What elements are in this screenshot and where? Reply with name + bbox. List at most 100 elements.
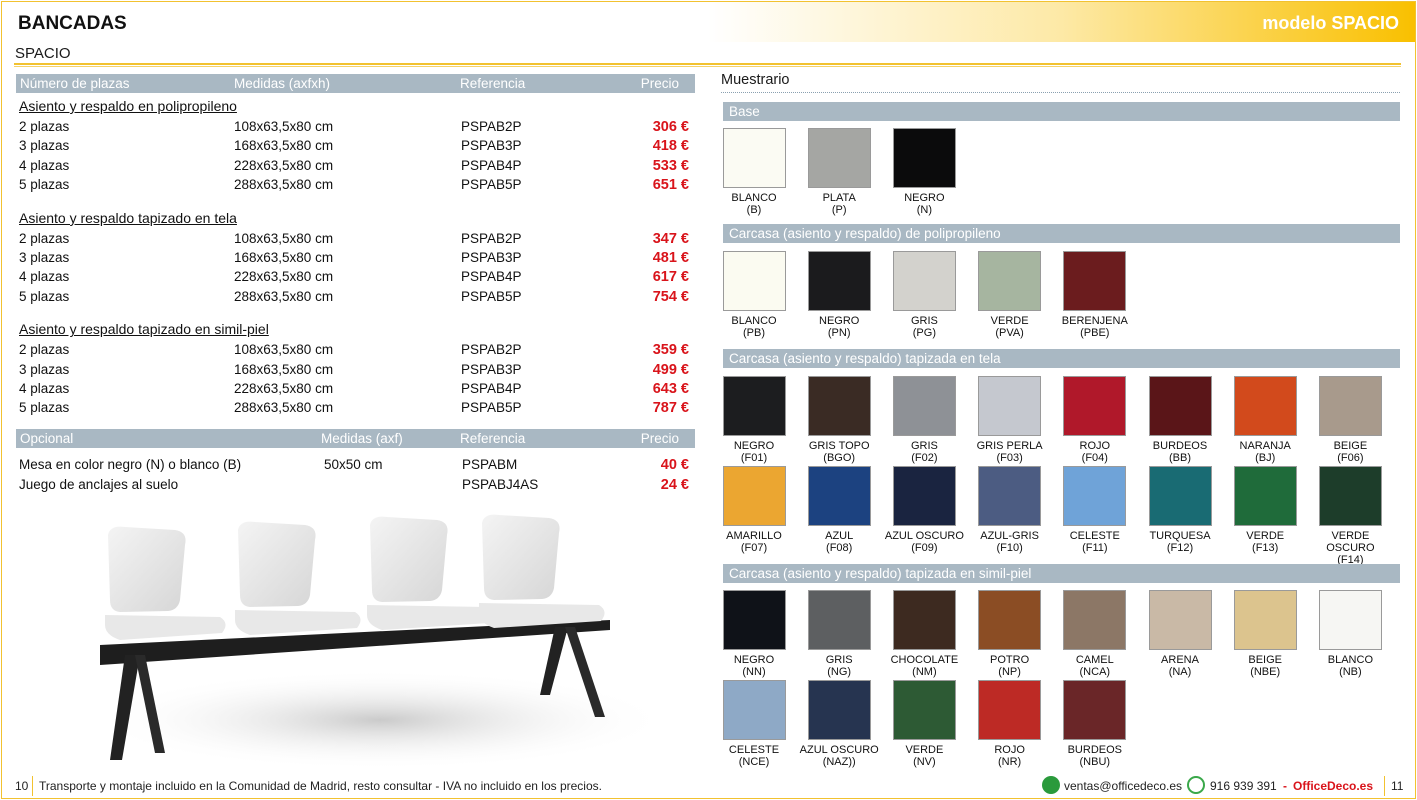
swatch-name: GRIS TOPO <box>808 440 870 452</box>
swatch-color <box>978 251 1042 311</box>
reference-cell: PSPAB5P <box>461 176 522 192</box>
plazas-cell: 3 plazas <box>19 361 70 377</box>
swatch-code: (B) <box>746 204 762 216</box>
swatch-code: (NV) <box>913 756 936 768</box>
table-header: Número de plazas Medidas (axfxh) Referenci… <box>16 74 695 93</box>
swatch-code: (F07) <box>740 542 768 554</box>
reference-cell: PSPAB4P <box>461 381 522 396</box>
swatch[interactable]: PLATA (P) <box>796 128 882 216</box>
swatch-color <box>892 128 956 188</box>
swatch[interactable]: NEGRO (F01) <box>711 376 797 464</box>
swatch[interactable]: BEIGE (F06) <box>1307 376 1393 464</box>
price-cell: 359 € <box>652 342 689 359</box>
swatch-code: (NCE) <box>738 756 770 768</box>
swatch[interactable]: CELESTE (NCE) <box>711 680 797 768</box>
phone-icon <box>1187 776 1205 794</box>
swatch-name: TURQUESA <box>1149 530 1211 542</box>
measure-cell: 168x63,5x80 cm <box>234 361 334 377</box>
swatch[interactable]: VERDE (F13) <box>1222 466 1308 554</box>
price-cell: 499 € <box>652 361 689 378</box>
swatch[interactable]: VERDE (PVA) <box>967 251 1053 339</box>
table-row: Mesa en color negro (N) o blanco (B) 50x5… <box>19 457 689 476</box>
swatch-color <box>722 376 786 436</box>
column-header: Medidas (axf) <box>321 431 403 446</box>
column-header: Referencia <box>460 76 526 91</box>
swatch[interactable]: BERENJENA (PBE) <box>1052 251 1138 339</box>
swatch-code: (NBU) <box>1079 756 1111 768</box>
column-header: Precio <box>640 76 679 91</box>
swatch-code: (NCA) <box>1079 666 1111 678</box>
footer-dash: - <box>1283 779 1287 793</box>
swatch-code: (NM) <box>912 666 937 678</box>
swatch[interactable]: VERDE OSCURO (F14) <box>1307 466 1393 566</box>
swatch-code: (F01) <box>740 452 768 464</box>
measure-cell: 168x63,5x80 cm <box>234 250 334 265</box>
footer-email[interactable]: ventas@officedeco.es <box>1064 779 1182 793</box>
swatch[interactable]: NARANJA (BJ) <box>1222 376 1308 464</box>
swatch-name: VERDE <box>990 315 1029 327</box>
swatch[interactable]: CAMEL (NCA) <box>1052 590 1138 678</box>
swatch[interactable]: BEIGE (NBE) <box>1222 590 1308 678</box>
swatch[interactable]: AMARILLO (F07) <box>711 466 797 554</box>
swatch-name: BEIGE <box>1248 654 1282 666</box>
swatch[interactable]: BLANCO (B) <box>711 128 797 216</box>
footer-separator <box>1384 776 1385 796</box>
swatch-color <box>978 466 1042 526</box>
swatch[interactable]: GRIS (NG) <box>796 590 882 678</box>
table-row: 4 plazas 228x63,5x80 cm PSPAB4P 533 € <box>19 158 689 177</box>
swatch[interactable]: ROJO (NR) <box>967 680 1053 768</box>
swatch-color <box>1148 376 1212 436</box>
measure-cell: 288x63,5x80 cm <box>234 288 334 304</box>
swatch-code: (NA) <box>1168 666 1192 678</box>
swatch-color <box>892 251 956 311</box>
swatch[interactable]: BURDEOS (NBU) <box>1052 680 1138 768</box>
footer-brand[interactable]: OfficeDeco.es <box>1293 779 1373 793</box>
swatch-code: (NBE) <box>1250 666 1281 678</box>
swatch[interactable]: AZUL-GRIS (F10) <box>967 466 1053 554</box>
swatch[interactable]: TURQUESA (F12) <box>1137 466 1223 554</box>
swatch[interactable]: ROJO (F04) <box>1052 376 1138 464</box>
swatch[interactable]: NEGRO (NN) <box>711 590 797 678</box>
swatch[interactable]: AZUL (F08) <box>796 466 882 554</box>
table-row: 4 plazas 228x63,5x80 cm PSPAB4P 617 € <box>19 269 689 288</box>
swatch-code: (BB) <box>1169 452 1191 464</box>
swatch-code: (F02) <box>911 452 938 464</box>
swatch-name: NEGRO <box>904 192 945 204</box>
swatch[interactable]: POTRO (NP) <box>967 590 1053 678</box>
swatch[interactable]: BLANCO (NB) <box>1307 590 1393 678</box>
swatch-code: (F03) <box>996 452 1023 464</box>
swatch-color <box>722 251 786 311</box>
swatch-name: NEGRO <box>733 440 775 452</box>
swatch[interactable]: VERDE (NV) <box>881 680 967 768</box>
swatch[interactable]: NEGRO (PN) <box>796 251 882 339</box>
swatch[interactable]: CELESTE (F11) <box>1052 466 1138 554</box>
reference-cell: PSPAB2P <box>461 342 522 358</box>
plazas-cell: 3 plazas <box>19 138 70 154</box>
swatch-name: AZUL <box>825 530 854 542</box>
swatch-name: BERENJENA <box>1061 315 1128 327</box>
swatch[interactable]: GRIS TOPO (BGO) <box>796 376 882 464</box>
swatch-color <box>807 590 871 650</box>
table-row: 2 plazas 108x63,5x80 cm PSPAB2P 306 € <box>19 119 689 138</box>
swatch-name: ARENA <box>1161 654 1199 666</box>
reference-cell: PSPAB4P <box>461 269 522 285</box>
swatch-code: (NR) <box>997 756 1022 768</box>
swatch[interactable]: BURDEOS (BB) <box>1137 376 1223 464</box>
swatch-name: GRIS <box>910 440 938 452</box>
swatch[interactable]: NEGRO (N) <box>881 128 967 216</box>
swatch-color <box>722 466 786 526</box>
swatch[interactable]: BLANCO (PB) <box>711 251 797 339</box>
swatch[interactable]: CHOCOLATE (NM) <box>881 590 967 678</box>
swatch[interactable]: AZUL OSCURO (NAZ)) <box>796 680 882 768</box>
footer-note: Transporte y montaje incluido en la Comu… <box>39 779 602 793</box>
swatch[interactable]: GRIS PERLA (F03) <box>967 376 1053 464</box>
swatch-color <box>978 680 1042 740</box>
swatch[interactable]: GRIS (PG) <box>881 251 967 339</box>
swatch[interactable]: AZUL OSCURO (F09) <box>881 466 967 554</box>
swatch[interactable]: GRIS (F02) <box>881 376 967 464</box>
plazas-cell: 4 plazas <box>19 269 70 285</box>
swatch-color <box>1233 466 1297 526</box>
swatch[interactable]: ARENA (NA) <box>1137 590 1223 678</box>
divider <box>721 92 1400 93</box>
group-title: Asiento y respaldo en polipropileno <box>19 98 237 114</box>
